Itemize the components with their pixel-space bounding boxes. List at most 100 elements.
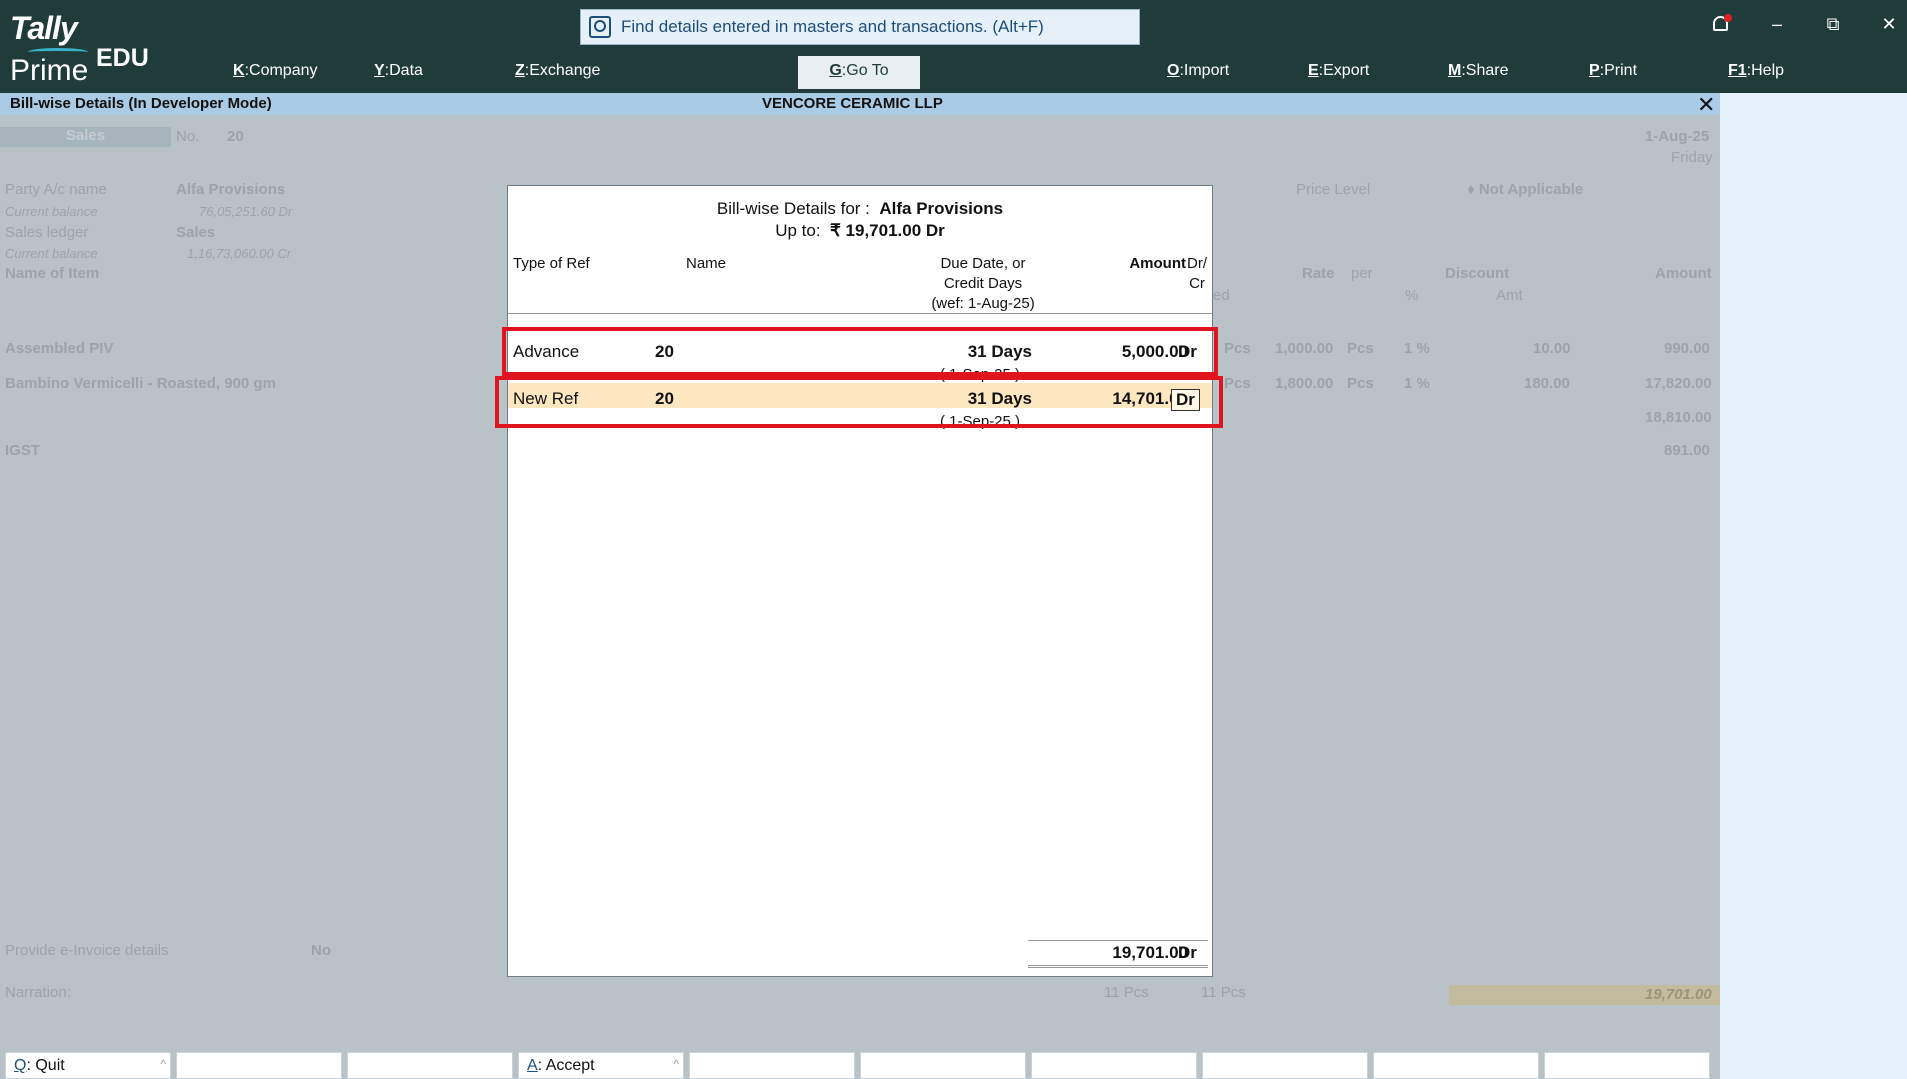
- header-amount: Amount: [1129, 255, 1186, 272]
- col-amount: Amount: [1655, 265, 1712, 282]
- menu-import[interactable]: O:Import: [1167, 62, 1229, 80]
- price-level-label: Price Level: [1296, 181, 1371, 198]
- empty-button[interactable]: [1031, 1052, 1197, 1079]
- item-rate: 1,800.00: [1275, 375, 1334, 392]
- item-unit: Pcs: [1224, 340, 1251, 357]
- bottom-button-bar: Q: Quit ^ A: Accept ^: [0, 1047, 1720, 1079]
- total-amount: 19,701.00: [1112, 943, 1188, 962]
- menu-print[interactable]: P:Print: [1589, 62, 1637, 80]
- voucher-no: 20: [227, 128, 244, 145]
- item-per: Pcs: [1347, 375, 1374, 392]
- price-level: ♦ Not Applicable: [1467, 181, 1584, 198]
- empty-button[interactable]: [176, 1052, 342, 1079]
- item-amount: 17,820.00: [1645, 375, 1712, 392]
- header-due-date: Due Date, or Credit Days (wef: 1-Aug-25): [931, 255, 1035, 312]
- voucher-no-label: No.: [176, 128, 200, 145]
- ledger-balance: 1,16,73,060.00 Cr: [187, 246, 292, 261]
- quit-button[interactable]: Q: Quit ^: [5, 1052, 171, 1079]
- restore-icon[interactable]: ⧉: [1818, 14, 1848, 35]
- ledger-label: Sales ledger: [5, 224, 89, 241]
- narration-label: Narration:: [5, 984, 71, 1001]
- total-top-line: [1028, 940, 1208, 941]
- accept-button[interactable]: A: Accept ^: [518, 1052, 684, 1079]
- menu-data[interactable]: Y:Data: [374, 62, 423, 80]
- highlight-box-advance: [502, 327, 1218, 376]
- party-name: Alfa Provisions: [176, 181, 286, 198]
- item-disc: 180.00: [1524, 375, 1570, 392]
- right-button-panel: [1720, 93, 1907, 1079]
- highlight-box-new-ref: [495, 376, 1223, 428]
- header-name: Name: [686, 255, 727, 272]
- logo-edition: EDU: [96, 44, 149, 72]
- close-icon[interactable]: ✕: [1874, 14, 1904, 35]
- menu-goto[interactable]: G:Go To: [798, 56, 920, 89]
- logo-product: Prime: [10, 54, 89, 87]
- ledger-name: Sales: [176, 224, 216, 241]
- screen-title: Bill-wise Details (In Developer Mode): [10, 95, 272, 112]
- header-drcr: Dr/ Cr: [1187, 255, 1207, 292]
- total-qty-billed: 11 Pcs: [1104, 984, 1149, 1001]
- tally-logo: Tally Prime EDU: [10, 10, 160, 87]
- item-pct: 1 %: [1404, 375, 1430, 392]
- voucher-date: 1-Aug-25: [1645, 128, 1710, 145]
- screen-title-bar: Bill-wise Details (In Developer Mode) VE…: [0, 92, 1720, 117]
- tax-amount: 891.00: [1664, 442, 1710, 459]
- total-drcr: Dr: [1178, 943, 1197, 962]
- menu-exchange[interactable]: Z:Exchange: [515, 62, 600, 80]
- search-bar[interactable]: Find details entered in masters and tran…: [580, 9, 1140, 45]
- empty-button[interactable]: [689, 1052, 855, 1079]
- item-rate: 1,000.00: [1275, 340, 1334, 357]
- item-name: Assembled PIV: [5, 340, 114, 357]
- header-divider: [508, 313, 1212, 314]
- dialog-party: Alfa Provisions: [879, 199, 1004, 218]
- col-item: Name of Item: [5, 265, 100, 282]
- header-type-of-ref: Type of Ref: [513, 255, 590, 272]
- minimize-icon[interactable]: –: [1762, 14, 1792, 35]
- col-pct: %: [1405, 287, 1419, 304]
- einvoice-value: No: [311, 942, 331, 959]
- col-per: per: [1351, 265, 1373, 282]
- item-unit: Pcs: [1224, 375, 1251, 392]
- voucher-day: Friday: [1671, 149, 1713, 166]
- col-ed: ed: [1213, 287, 1230, 304]
- item-amount: 990.00: [1664, 340, 1710, 357]
- col-discount: Discount: [1445, 265, 1510, 282]
- menu-help[interactable]: F1:Help: [1728, 62, 1784, 80]
- party-balance: 76,05,251.60 Dr: [199, 204, 293, 219]
- empty-button[interactable]: [1202, 1052, 1368, 1079]
- menu-export[interactable]: E:Export: [1308, 62, 1369, 80]
- grand-total: 19,701.00: [1645, 986, 1712, 1003]
- total-bottom-line: [1028, 965, 1208, 968]
- empty-button[interactable]: [347, 1052, 513, 1079]
- item-pct: 1 %: [1404, 340, 1430, 357]
- empty-button[interactable]: [1373, 1052, 1539, 1079]
- dialog-upto-prefix: Up to:: [775, 221, 821, 240]
- search-placeholder: Find details entered in masters and tran…: [621, 17, 1044, 36]
- ledger-balance-label: Current balance: [5, 246, 98, 261]
- menu-company[interactable]: K:Company: [233, 62, 318, 80]
- notification-bell-icon[interactable]: [1710, 14, 1732, 36]
- empty-button[interactable]: [1544, 1052, 1710, 1079]
- dialog-upto-value: ₹ 19,701.00 Dr: [830, 221, 945, 240]
- billwise-dialog: Bill-wise Details for : Alfa Provisions …: [507, 185, 1213, 977]
- dialog-title: Bill-wise Details for : Alfa Provisions …: [508, 198, 1212, 242]
- item-name: Bambino Vermicelli - Roasted, 900 gm: [5, 375, 276, 392]
- total-qty-actual: 11 Pcs: [1201, 984, 1246, 1001]
- top-header: Tally Prime EDU Find details entered in …: [0, 0, 1907, 93]
- item-disc: 10.00: [1533, 340, 1571, 357]
- party-balance-label: Current balance: [5, 204, 98, 219]
- col-rate: Rate: [1302, 265, 1335, 282]
- search-icon: [589, 16, 611, 38]
- einvoice-label: Provide e-Invoice details: [5, 942, 169, 959]
- company-name: VENCORE CERAMIC LLP: [762, 95, 943, 112]
- logo-brand: Tally: [10, 10, 78, 46]
- menu-share[interactable]: M:Share: [1448, 62, 1508, 80]
- party-label: Party A/c name: [5, 181, 107, 198]
- tax-label: IGST: [5, 442, 41, 459]
- subtotal: 18,810.00: [1645, 409, 1712, 426]
- dialog-title-prefix: Bill-wise Details for :: [716, 199, 870, 218]
- empty-button[interactable]: [860, 1052, 1026, 1079]
- voucher-type: Sales: [0, 127, 171, 147]
- item-per: Pcs: [1347, 340, 1374, 357]
- col-amt: Amt: [1496, 287, 1523, 304]
